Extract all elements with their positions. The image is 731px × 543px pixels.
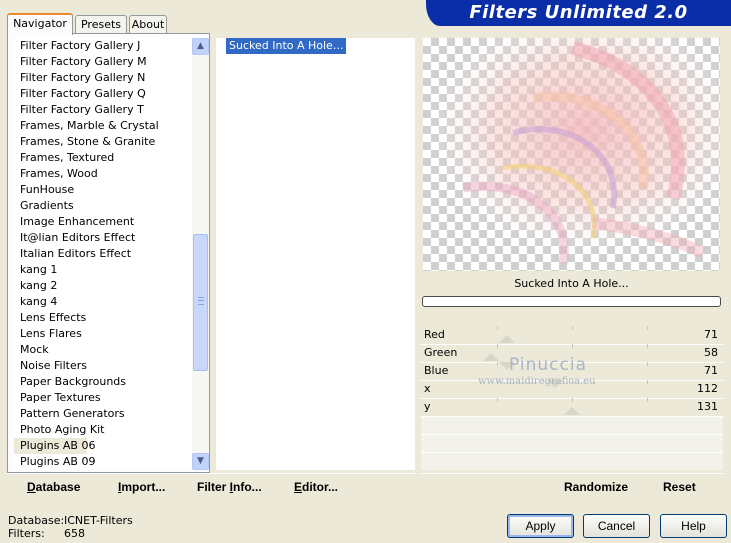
slider-y[interactable]: y 131	[421, 398, 723, 416]
slider-label: Red	[424, 328, 445, 341]
category-item[interactable]: Frames, Marble & Crystal	[14, 118, 192, 134]
editor-mnemonic: E	[294, 480, 303, 494]
filter-list[interactable]: Sucked Into A Hole...	[216, 38, 415, 470]
category-item[interactable]: Lens Flares	[14, 326, 192, 342]
filters-label: Filters:	[8, 527, 45, 540]
category-item[interactable]: Paper Textures	[14, 390, 192, 406]
editor-rest: ditor...	[302, 480, 339, 494]
category-item[interactable]: Noise Filters	[14, 358, 192, 374]
tab-navigator[interactable]: Navigator	[7, 13, 73, 35]
slider-thumb[interactable]	[564, 407, 580, 415]
filter-button-bar: Randomize Reset	[421, 473, 723, 500]
slider-empty-row	[421, 434, 723, 452]
slider-track[interactable]	[497, 398, 648, 416]
database-button[interactable]: Database	[27, 479, 80, 495]
watermark-name: Pinuccia	[509, 355, 587, 375]
slider-thumb[interactable]	[483, 353, 499, 361]
database-value: ICNET-Filters	[64, 514, 133, 527]
category-item[interactable]: Paper Backgrounds	[14, 374, 192, 390]
database-label: Database:	[8, 514, 65, 527]
slider-value: 58	[704, 346, 718, 359]
category-item[interactable]: kang 2	[14, 278, 192, 294]
category-item[interactable]: Plugins AB 09	[14, 454, 192, 470]
category-item[interactable]: Filter Factory Gallery M	[14, 54, 192, 70]
scrollbar-thumb[interactable]	[193, 234, 208, 371]
category-item[interactable]: kang 1	[14, 262, 192, 278]
filters-count: 658	[64, 527, 85, 540]
category-item[interactable]: Filter Factory Gallery Q	[14, 86, 192, 102]
scroll-up-arrow-icon[interactable]: ▲	[192, 38, 209, 55]
slider-panel: Red 71 Green 58 Blue 71 x 112 y 131	[421, 326, 723, 470]
slider-value: 71	[704, 364, 718, 377]
slider-empty-row	[421, 416, 723, 434]
watermark-url: www.maidiregrafica.eu	[478, 376, 596, 387]
navigator-button-bar: Database Import... Filter Info... Editor…	[7, 473, 416, 500]
category-item[interactable]: Pattern Generators	[14, 406, 192, 422]
category-item[interactable]: Italian Editors Effect	[14, 246, 192, 262]
import-rest: mport...	[121, 480, 166, 494]
category-scrollbar[interactable]: ▲ ▼	[192, 38, 209, 470]
category-item[interactable]: Filter Factory Gallery J	[14, 38, 192, 54]
preview-caption: Sucked Into A Hole...	[514, 277, 629, 290]
slider-red[interactable]: Red 71	[421, 326, 723, 344]
category-item[interactable]: Gradients	[14, 198, 192, 214]
category-item[interactable]: Image Enhancement	[14, 214, 192, 230]
slider-label: x	[424, 382, 431, 395]
progress-bar	[422, 296, 721, 307]
category-item[interactable]: Plugins AB 06	[14, 438, 95, 454]
randomize-button[interactable]: Randomize	[564, 479, 628, 495]
slider-value: 112	[697, 382, 718, 395]
import-button[interactable]: Import...	[118, 479, 165, 495]
status-info: Database:ICNET-Filters Filters: 658	[8, 515, 133, 541]
app-title-banner: Filters Unlimited 2.0	[426, 0, 731, 26]
slider-label: Blue	[424, 364, 449, 377]
slider-value: 131	[697, 400, 718, 413]
category-item[interactable]: kang 4	[14, 294, 192, 310]
slider-label: y	[424, 400, 431, 413]
category-list[interactable]: Filter Factory Gallery J Filter Factory G…	[14, 38, 192, 470]
filter-info-rest: nfo...	[233, 480, 262, 494]
category-item[interactable]: Frames, Wood	[14, 166, 192, 182]
category-item[interactable]: FunHouse	[14, 182, 192, 198]
grip-icon	[198, 297, 204, 305]
slider-track[interactable]	[497, 326, 648, 344]
filter-item-selected[interactable]: Sucked Into A Hole...	[226, 38, 347, 54]
tab-presets[interactable]: Presets	[75, 15, 127, 34]
slider-thumb[interactable]	[499, 335, 515, 343]
category-item[interactable]: Filter Factory Gallery N	[14, 70, 192, 86]
tab-about[interactable]: About	[129, 15, 167, 34]
category-item[interactable]: Frames, Stone & Granite	[14, 134, 192, 150]
cancel-button[interactable]: Cancel	[583, 514, 650, 538]
database-mnemonic: D	[27, 480, 36, 494]
category-item[interactable]: Filter Factory Gallery T	[14, 102, 192, 118]
category-item[interactable]: Lens Effects	[14, 310, 192, 326]
filter-info-pre: Filter	[197, 480, 230, 494]
slider-empty-row	[421, 452, 723, 470]
category-item[interactable]: Mock	[14, 342, 192, 358]
preview-swirl-graphic	[423, 38, 720, 271]
slider-value: 71	[704, 328, 718, 341]
scroll-down-arrow-icon[interactable]: ▼	[192, 453, 209, 470]
apply-button[interactable]: Apply	[507, 514, 574, 538]
slider-label: Green	[424, 346, 458, 359]
help-button[interactable]: Help	[660, 514, 727, 538]
editor-button[interactable]: Editor...	[294, 479, 338, 495]
category-item[interactable]: Photo Aging Kit	[14, 422, 192, 438]
database-rest: atabase	[35, 480, 81, 494]
category-item[interactable]: It@lian Editors Effect	[14, 230, 192, 246]
reset-button[interactable]: Reset	[663, 479, 696, 495]
filter-info-button[interactable]: Filter Info...	[197, 479, 262, 495]
category-item[interactable]: Frames, Textured	[14, 150, 192, 166]
preview-image	[423, 38, 720, 271]
